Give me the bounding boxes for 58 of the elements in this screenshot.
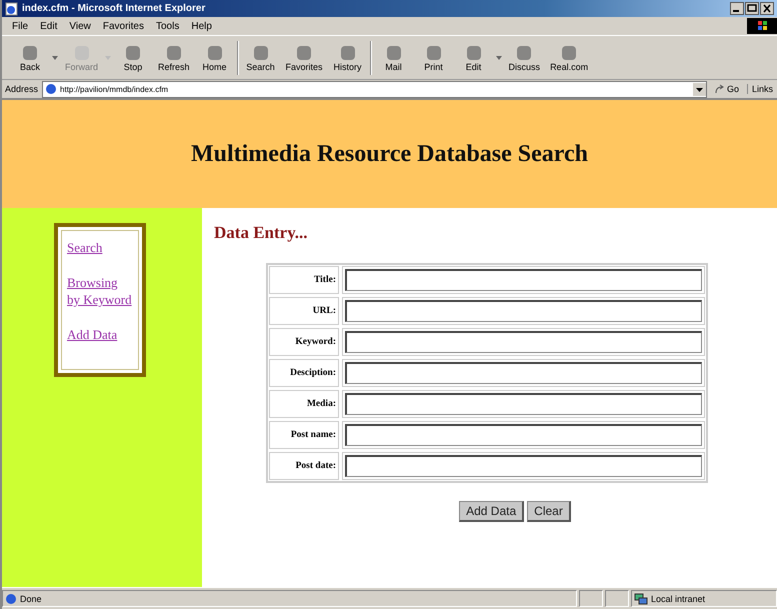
nav-link[interactable]: Search bbox=[67, 239, 133, 256]
input-field[interactable] bbox=[345, 331, 702, 353]
maximize-icon[interactable] bbox=[745, 2, 759, 15]
address-field[interactable]: http://pavilion/mmdb/index.cfm bbox=[42, 80, 707, 98]
toolbar-button[interactable]: Favorites bbox=[282, 44, 326, 72]
page-icon bbox=[45, 83, 58, 95]
address-label: Address bbox=[5, 84, 38, 94]
toolbar-button[interactable]: Print bbox=[416, 44, 452, 72]
page-icon bbox=[5, 2, 19, 16]
window-title: index.cfm - Microsoft Internet Explorer bbox=[22, 3, 206, 14]
go-arrow-icon bbox=[714, 84, 725, 94]
minimize-icon[interactable] bbox=[730, 2, 744, 15]
field-label: Media: bbox=[269, 390, 339, 418]
field-label: URL: bbox=[269, 297, 339, 325]
network-icon bbox=[634, 592, 648, 604]
status-text: Done bbox=[20, 594, 42, 604]
input-field[interactable] bbox=[345, 300, 702, 322]
form-button[interactable]: Clear bbox=[527, 501, 571, 522]
toolbar-button[interactable]: Mail bbox=[376, 44, 412, 72]
menu-item[interactable]: Help bbox=[191, 20, 212, 32]
field-label: Desciption: bbox=[269, 359, 339, 387]
menu-item[interactable]: Edit bbox=[40, 20, 58, 32]
menu-item[interactable]: Favorites bbox=[102, 20, 144, 32]
menu-item[interactable]: File bbox=[12, 20, 28, 32]
field-label: Post name: bbox=[269, 421, 339, 449]
toolbar-button[interactable]: Edit bbox=[456, 44, 492, 72]
input-field[interactable] bbox=[345, 455, 702, 477]
toolbar-button[interactable]: Refresh bbox=[155, 44, 193, 72]
zone-text: Local intranet bbox=[651, 594, 706, 604]
input-field[interactable] bbox=[345, 362, 702, 384]
toolbar-button[interactable]: Search bbox=[242, 44, 279, 72]
field-label: Keyword: bbox=[269, 328, 339, 356]
toolbar-button[interactable]: Home bbox=[196, 44, 233, 72]
input-field[interactable] bbox=[345, 424, 702, 446]
field-label: Title: bbox=[269, 266, 339, 294]
status-panel bbox=[579, 590, 603, 607]
toolbar-button[interactable]: History bbox=[330, 44, 366, 72]
status-panel bbox=[605, 590, 629, 607]
rounded-square-icon bbox=[20, 44, 40, 62]
page-heading: Multimedia Resource Database Search bbox=[190, 140, 588, 168]
toolbar-button[interactable]: Real.com bbox=[547, 44, 592, 72]
toolbar-button[interactable]: Discuss bbox=[506, 44, 544, 72]
page-icon bbox=[5, 592, 17, 604]
toolbar-button[interactable]: Back bbox=[12, 44, 48, 72]
links-button[interactable]: Links bbox=[747, 84, 774, 94]
menu-item[interactable]: Tools bbox=[156, 20, 180, 32]
input-field[interactable] bbox=[345, 393, 702, 415]
form-button[interactable]: Add Data bbox=[459, 501, 524, 522]
close-icon[interactable] bbox=[760, 2, 774, 15]
windows-logo-icon bbox=[747, 18, 777, 34]
go-button[interactable]: Go bbox=[710, 84, 743, 94]
nav-link[interactable]: Browsing by Keyword bbox=[67, 274, 133, 308]
toolbar-button[interactable]: Stop bbox=[115, 44, 152, 72]
nav-link[interactable]: Add Data bbox=[67, 326, 133, 343]
section-title: Data Entry... bbox=[214, 223, 308, 243]
input-field[interactable] bbox=[345, 269, 702, 291]
field-label: Post date: bbox=[269, 452, 339, 480]
menu-item[interactable]: View bbox=[69, 20, 91, 32]
